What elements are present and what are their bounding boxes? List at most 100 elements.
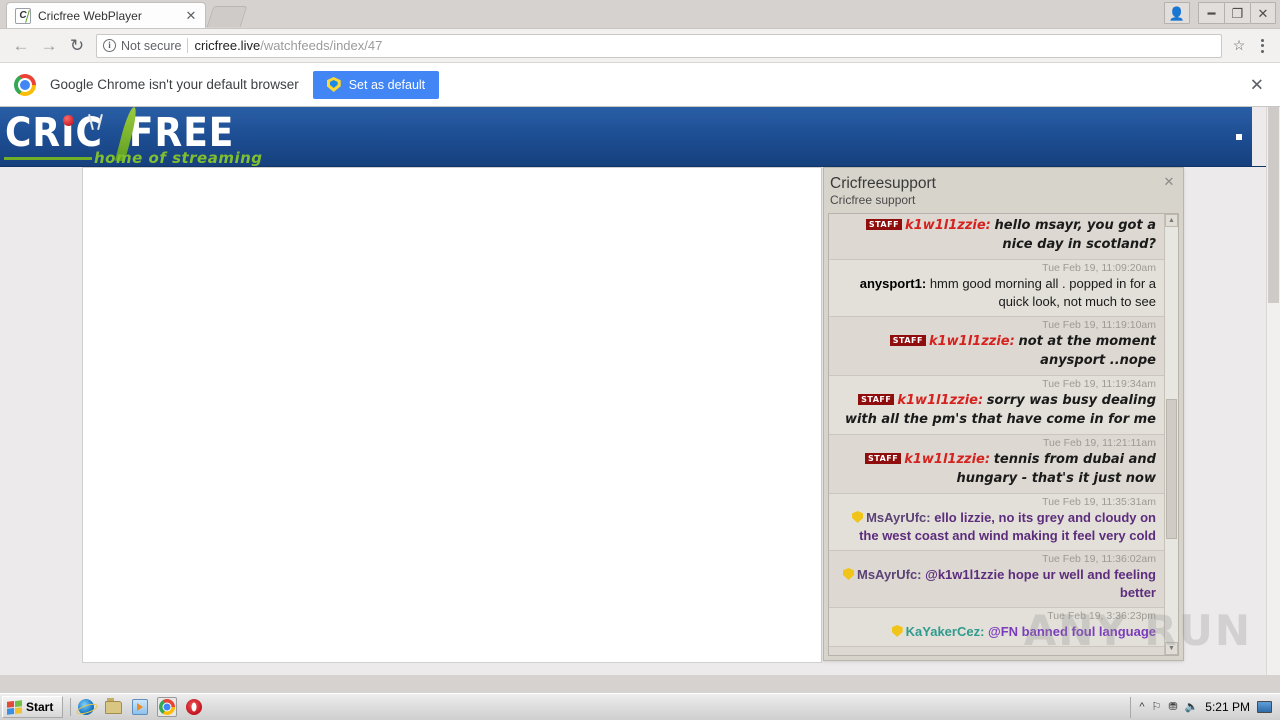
chat-message-body: not at the moment anysport ..nope [1018,334,1156,368]
page-scrollbar[interactable] [1266,107,1280,675]
chat-message-text: STAFF k1w1l1zzie: tennis from dubai and h… [837,450,1156,488]
chat-message: Tue Feb 19, 3:36:23pm KaYakerCez: @FN ban… [829,608,1164,647]
chat-username[interactable]: KaYakerCez: [906,624,985,639]
page-scrollbar-thumb[interactable] [1268,107,1279,303]
chat-username[interactable]: k1w1l1zzie: [905,218,991,233]
chrome-icon[interactable] [157,697,178,717]
media-player-icon[interactable] [130,697,150,717]
scroll-up-arrow-icon[interactable]: ▲ [1165,214,1178,227]
scroll-down-arrow-icon[interactable]: ▼ [1165,642,1178,655]
security-shield-icon[interactable]: ⛃ [1168,701,1177,713]
reload-icon[interactable]: ↻ [64,33,90,59]
chat-message: Tue Feb 19, 11:19:10am STAFF k1w1l1zzie: n… [829,317,1164,376]
window-controls: 👤 ━ ❐ ✕ [1164,2,1276,24]
moderator-shield-icon [891,625,903,637]
logo-tagline: home of streaming [94,149,263,167]
infobar-close-icon[interactable]: ✕ [1250,76,1264,93]
taskbar-clock[interactable]: 5:21 PM [1205,700,1250,714]
video-player-area[interactable] [82,167,822,663]
bookmark-star-icon[interactable]: ☆ [1228,37,1250,54]
chat-body: STAFF k1w1l1zzie: hello msayr, you got a … [828,213,1179,656]
chat-message-text: STAFF k1w1l1zzie: not at the moment anysp… [837,332,1156,370]
staff-badge: STAFF [865,453,902,464]
chat-scrollbar[interactable]: ▲ ▼ [1164,214,1178,655]
banner-scroll-gap [1252,107,1266,166]
chat-message: Tue Feb 19, 11:36:02am MsAyrUfc: @k1w1l1z… [829,551,1164,608]
chat-username[interactable]: MsAyrUfc: [866,510,931,525]
forward-arrow-icon[interactable]: → [36,33,62,59]
profile-icon[interactable]: 👤 [1164,2,1190,24]
chat-scrollbar-thumb[interactable] [1166,399,1177,540]
chat-message-timestamp: Tue Feb 19, 11:21:11am [1042,437,1156,449]
three-dot-menu-icon[interactable] [1252,33,1272,59]
staff-badge: STAFF [858,394,895,405]
staff-badge: STAFF [865,219,903,230]
page-viewport: CRIC FREE home of streaming Cricfreesuppo… [0,107,1280,675]
system-tray: ^ ⚐ ⛃ 🔈 5:21 PM [1130,696,1278,718]
chat-message-timestamp: Tue Feb 19, 11:35:31am [1042,496,1156,508]
minimize-icon[interactable]: ━ [1198,2,1224,24]
taskbar-divider [70,698,72,716]
chat-message-text: MsAyrUfc: @k1w1l1zzie hope ur well and f… [837,566,1156,602]
internet-explorer-icon[interactable] [76,697,96,717]
close-icon[interactable]: ✕ [1250,2,1276,24]
chat-message-timestamp: Tue Feb 19, 11:09:20am [1042,262,1156,274]
moderator-shield-icon [852,511,864,523]
back-arrow-icon[interactable]: ← [8,33,34,59]
cricket-ball-icon [63,115,74,126]
browser-tab[interactable]: C Cricfree WebPlayer ✕ [6,2,206,28]
opera-icon[interactable] [184,697,204,717]
volume-icon[interactable]: 🔈 [1185,701,1199,713]
default-browser-infobar: Google Chrome isn't your default browser… [0,62,1280,107]
chat-message-body: @FN banned foul language [988,624,1156,639]
url-path: /watchfeeds/index/47 [260,38,383,53]
chrome-logo-icon [14,73,36,96]
infobar-message: Google Chrome isn't your default browser [50,77,299,92]
chat-message: STAFF k1w1l1zzie: hello msayr, you got a … [829,214,1164,260]
start-label: Start [26,700,54,714]
chat-username[interactable]: anysport1: [860,276,926,291]
chat-widget: Cricfreesupport Cricfree support ✕ STAFF… [823,167,1184,661]
set-as-default-button[interactable]: Set as default [312,70,440,99]
security-label: Not secure [121,38,182,53]
cricfree-favicon: C [15,7,31,24]
url-text: cricfree.live/watchfeeds/index/47 [194,38,382,53]
address-bar[interactable]: i Not secure cricfree.live/watchfeeds/in… [96,33,1222,58]
shield-icon [326,77,341,92]
chat-message-timestamp: Tue Feb 19, 11:36:02am [1042,553,1156,565]
chat-username[interactable]: MsAyrUfc: [857,567,922,582]
chat-subtitle: Cricfree support [830,193,916,207]
chat-message: Tue Feb 19, 11:09:20am anysport1: hmm goo… [829,260,1164,317]
chat-message-text: anysport1: hmm good morning all . popped… [837,275,1156,311]
security-status[interactable]: i Not secure [103,39,181,53]
start-button[interactable]: Start [2,696,64,718]
cricfree-logo[interactable]: CRIC FREE home of streaming [2,107,302,167]
chat-message-list[interactable]: STAFF k1w1l1zzie: hello msayr, you got a … [829,214,1164,655]
tab-close-icon[interactable]: ✕ [183,8,199,24]
show-hidden-icons-icon[interactable]: ^ [1139,701,1144,713]
site-banner: CRIC FREE home of streaming [0,107,1266,167]
chat-title: Cricfreesupport [830,175,936,192]
chat-message-text: STAFF k1w1l1zzie: hello msayr, you got a … [837,216,1156,254]
chat-message-body: hmm good morning all . popped in for a q… [929,276,1156,309]
file-explorer-icon[interactable] [103,697,123,717]
chat-message-text: MsAyrUfc: ello lizzie, no its grey and c… [837,509,1156,545]
windows-taskbar: Start ^ ⚐ ⛃ 🔈 5:21 PM [0,693,1280,720]
browser-toolbar: ← → ↻ i Not secure cricfree.live/watchfe… [0,28,1280,62]
moderator-shield-icon [842,568,854,580]
chat-message-text: KaYakerCez: @FN banned foul language [837,623,1156,641]
show-desktop-icon[interactable] [1257,701,1272,713]
omnibox-divider [187,38,189,53]
chat-message: Tue Feb 19, 11:19:34am STAFF k1w1l1zzie: s… [829,376,1164,435]
chat-username[interactable]: k1w1l1zzie: [904,452,990,467]
new-tab-button[interactable] [206,6,248,27]
chat-message: Tue Feb 19, 11:21:11am STAFF k1w1l1zzie: t… [829,435,1164,494]
page-body: Cricfreesupport Cricfree support ✕ STAFF… [0,167,1280,675]
chat-message-body: @k1w1l1zzie hope ur well and feeling bet… [925,567,1156,600]
chat-close-icon[interactable]: ✕ [1161,174,1177,190]
network-icon[interactable]: ⚐ [1152,701,1162,713]
chat-username[interactable]: k1w1l1zzie: [897,393,983,408]
tab-title: Cricfree WebPlayer [38,8,142,23]
restore-icon[interactable]: ❐ [1224,2,1250,24]
chat-username[interactable]: k1w1l1zzie: [929,334,1015,349]
